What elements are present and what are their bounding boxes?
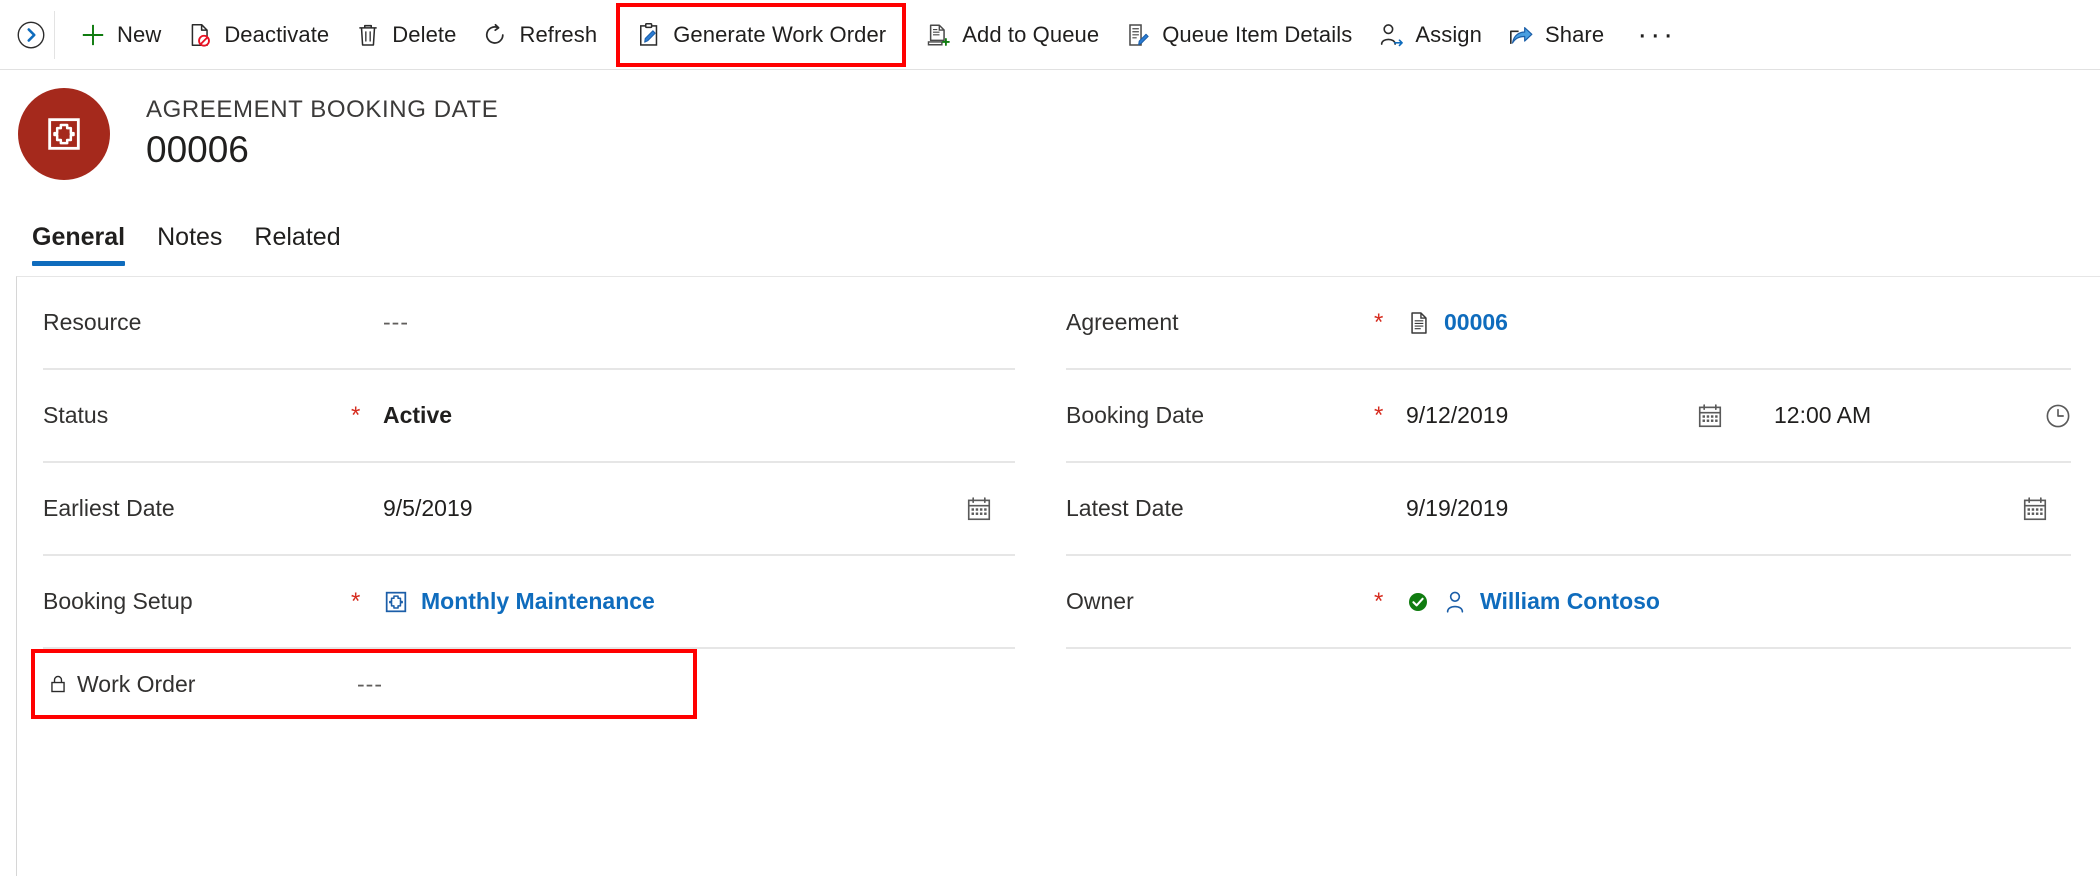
field-earliest-date-label: Earliest Date <box>43 495 175 521</box>
field-earliest-date[interactable]: Earliest Date 9/5/2019 <box>43 463 1015 556</box>
tab-notes[interactable]: Notes <box>141 223 238 266</box>
command-bar-divider <box>54 10 55 59</box>
delete-button-label: Delete <box>392 21 457 47</box>
delete-button[interactable]: Delete <box>342 7 469 63</box>
avatar <box>18 88 110 180</box>
chevron-right-circle-icon <box>16 20 46 50</box>
field-agreement-required: * <box>1374 308 1384 336</box>
queue-item-details-button[interactable]: Queue Item Details <box>1112 7 1365 63</box>
column-gap <box>1030 277 1066 876</box>
queue-item-details-label: Queue Item Details <box>1162 21 1353 47</box>
field-owner[interactable]: Owner * William Contoso <box>1066 556 2071 649</box>
field-earliest-date-value[interactable]: 9/5/2019 <box>383 495 965 522</box>
form-column-left: Resource --- Status * Active Earliest Da… <box>17 277 1030 876</box>
expand-navigation-button[interactable] <box>8 0 54 70</box>
document-add-icon <box>925 22 951 48</box>
field-status-value[interactable]: Active <box>383 402 1015 429</box>
refresh-button[interactable]: Refresh <box>469 7 610 63</box>
field-owner-required: * <box>1374 587 1384 615</box>
clipboard-pencil-icon <box>636 22 662 48</box>
assign-button[interactable]: Assign <box>1365 7 1495 63</box>
list-pencil-icon <box>1125 22 1151 48</box>
share-button-label: Share <box>1544 21 1605 47</box>
field-resource-value[interactable]: --- <box>383 309 1015 336</box>
record-header: AGREEMENT BOOKING DATE 00006 <box>0 70 2100 180</box>
form-tabs: General Notes Related <box>0 200 2100 266</box>
field-booking-setup-label: Booking Setup <box>43 588 193 614</box>
field-booking-setup[interactable]: Booking Setup * Monthly Maintenance <box>43 556 1015 649</box>
share-icon <box>1508 22 1534 48</box>
field-agreement-value[interactable]: 00006 <box>1444 309 1508 336</box>
generate-work-order-label: Generate Work Order <box>673 21 887 47</box>
field-booking-date[interactable]: Booking Date * 9/12/2019 12:00 AM <box>1066 370 2071 463</box>
field-resource-label: Resource <box>43 309 142 335</box>
tab-general[interactable]: General <box>16 223 141 266</box>
add-to-queue-label: Add to Queue <box>962 21 1100 47</box>
page-title: 00006 <box>146 129 249 171</box>
trash-icon <box>355 22 381 48</box>
person-icon <box>1442 589 1468 615</box>
refresh-button-label: Refresh <box>519 21 598 47</box>
field-resource[interactable]: Resource --- <box>43 277 1015 370</box>
new-button[interactable]: New <box>67 7 174 63</box>
deactivate-icon <box>187 22 213 48</box>
field-work-order-label: Work Order <box>77 670 196 697</box>
field-booking-setup-required: * <box>351 587 361 615</box>
field-latest-date-label: Latest Date <box>1066 495 1184 521</box>
field-status-required: * <box>351 401 361 429</box>
new-button-label: New <box>117 21 162 47</box>
agreement-booking-date-icon <box>44 114 84 154</box>
add-to-queue-button[interactable]: Add to Queue <box>912 7 1112 63</box>
plus-icon <box>80 22 106 48</box>
field-booking-date-required: * <box>1374 401 1384 429</box>
generate-work-order-button[interactable]: Generate Work Order <box>616 2 907 67</box>
booking-setup-icon <box>383 589 409 615</box>
field-agreement[interactable]: Agreement * 00006 <box>1066 277 2071 370</box>
form-body: Resource --- Status * Active Earliest Da… <box>16 276 2100 876</box>
check-circle-icon <box>1406 590 1430 614</box>
field-agreement-label: Agreement <box>1066 309 1179 335</box>
command-bar: New Deactivate Delete Refresh Generate W… <box>0 0 2100 70</box>
refresh-icon <box>482 22 508 48</box>
tab-related[interactable]: Related <box>238 223 356 266</box>
field-work-order-value: --- <box>357 670 383 697</box>
deactivate-button[interactable]: Deactivate <box>174 7 342 63</box>
agreement-document-icon <box>1406 310 1432 336</box>
earliest-date-calendar-icon[interactable] <box>965 495 1015 523</box>
field-booking-setup-value[interactable]: Monthly Maintenance <box>421 588 655 615</box>
field-status[interactable]: Status * Active <box>43 370 1015 463</box>
person-arrow-icon <box>1378 22 1404 48</box>
field-owner-label: Owner <box>1066 588 1134 614</box>
field-work-order[interactable]: Work Order --- <box>31 649 697 719</box>
field-status-label: Status <box>43 402 109 428</box>
field-latest-date[interactable]: Latest Date 9/19/2019 <box>1066 463 2071 556</box>
share-button[interactable]: Share <box>1495 7 1617 63</box>
latest-date-calendar-icon[interactable] <box>2021 495 2071 523</box>
more-commands-button[interactable]: ··· <box>1617 7 1696 63</box>
booking-time-clock-icon[interactable] <box>2044 402 2094 430</box>
field-latest-date-value[interactable]: 9/19/2019 <box>1406 495 2021 522</box>
lock-icon <box>47 673 69 695</box>
field-owner-value[interactable]: William Contoso <box>1480 588 1660 615</box>
field-booking-date-value[interactable]: 9/12/2019 <box>1406 402 1696 429</box>
deactivate-button-label: Deactivate <box>224 21 330 47</box>
booking-date-calendar-icon[interactable] <box>1696 402 1774 430</box>
assign-button-label: Assign <box>1415 21 1482 47</box>
form-column-right: Agreement * 00006 Booking Date * 9/12/20… <box>1066 277 2086 876</box>
entity-name: AGREEMENT BOOKING DATE <box>146 96 499 124</box>
field-booking-time-value[interactable]: 12:00 AM <box>1774 402 2044 429</box>
field-booking-date-label: Booking Date <box>1066 402 1205 428</box>
